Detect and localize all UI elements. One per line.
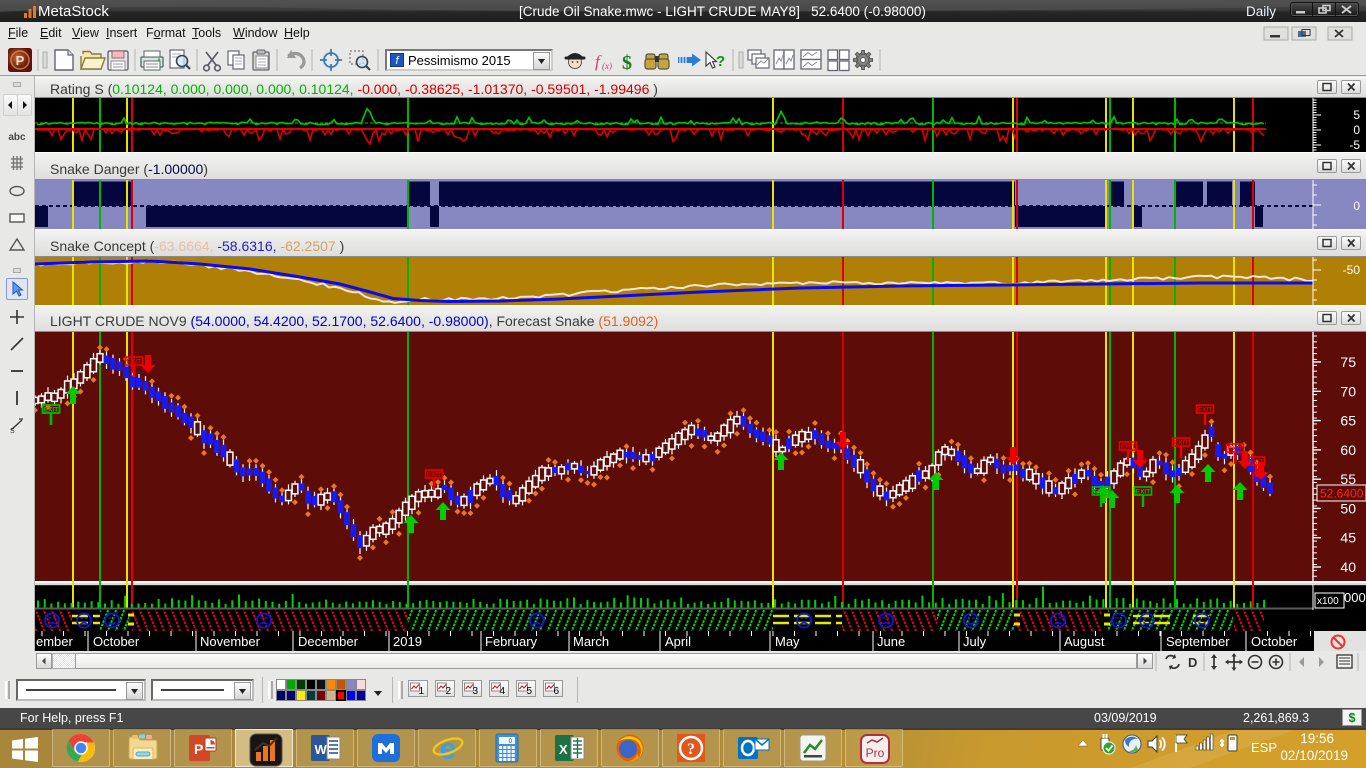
svg-text:0: 0 — [1353, 123, 1360, 137]
svg-text:EXIT: EXIT — [1094, 489, 1108, 496]
svg-text:f: f — [595, 52, 602, 71]
svg-text:$: $ — [622, 52, 632, 74]
svg-text:March: March — [573, 634, 609, 649]
svg-text:1: 1 — [419, 686, 425, 696]
svg-text:April: April — [665, 634, 691, 649]
svg-text:3: 3 — [473, 686, 479, 696]
svg-text:0: 0 — [1353, 199, 1360, 213]
svg-text:65: 65 — [1340, 413, 1356, 429]
svg-text:EXIT: EXIT — [1121, 444, 1135, 451]
svg-text:2019: 2019 — [393, 634, 422, 649]
svg-text:45: 45 — [1340, 530, 1356, 546]
svg-text:May: May — [775, 634, 800, 649]
svg-text:-50: -50 — [1343, 263, 1361, 277]
svg-text:X: X — [559, 742, 568, 757]
svg-text:February: February — [485, 634, 538, 649]
svg-text:(x): (x) — [602, 61, 612, 71]
svg-text:5: 5 — [1353, 108, 1360, 122]
svg-text:P: P — [16, 53, 25, 68]
svg-text:Pro: Pro — [866, 746, 885, 760]
svg-text:EXIT: EXIT — [1228, 446, 1242, 453]
svg-text:?: ? — [716, 53, 725, 70]
svg-text:4: 4 — [500, 686, 506, 696]
svg-text:EXIT: EXIT — [1174, 440, 1188, 447]
svg-text:P: P — [194, 741, 203, 757]
svg-text:6: 6 — [554, 686, 560, 696]
svg-text:October: October — [1251, 634, 1298, 649]
svg-text:D: D — [1188, 655, 1197, 670]
svg-text:x100: x100 — [1317, 596, 1339, 607]
svg-text:70: 70 — [1340, 383, 1356, 399]
svg-text:December: December — [298, 634, 359, 649]
svg-text:-5: -5 — [1349, 138, 1360, 152]
svg-text:40: 40 — [1340, 559, 1356, 575]
svg-text:000: 000 — [1344, 590, 1366, 605]
svg-text:November: November — [200, 634, 261, 649]
svg-text:ember: ember — [36, 634, 74, 649]
svg-text:W: W — [315, 742, 328, 757]
svg-text:EXIT: EXIT — [127, 359, 141, 366]
svg-text:EXIT: EXIT — [1198, 407, 1212, 414]
svg-text:August: August — [1064, 634, 1105, 649]
svg-text:5: 5 — [527, 686, 533, 696]
svg-text:June: June — [877, 634, 905, 649]
svg-text:EXIT: EXIT — [1249, 459, 1263, 466]
svg-text:50: 50 — [1340, 500, 1356, 516]
svg-text:52.6400: 52.6400 — [1320, 487, 1364, 501]
svg-text:75: 75 — [1340, 354, 1356, 370]
svg-text:2: 2 — [446, 686, 452, 696]
svg-text:60: 60 — [1340, 442, 1356, 458]
svg-text:September: September — [1166, 634, 1230, 649]
svg-text:EXIT: EXIT — [427, 472, 441, 479]
svg-text:July: July — [963, 634, 987, 649]
svg-text:October: October — [93, 634, 140, 649]
svg-text:EXIT: EXIT — [44, 407, 58, 414]
svg-text:?: ? — [687, 741, 695, 758]
svg-text:S: S — [10, 428, 15, 435]
svg-text:EXIT: EXIT — [1136, 489, 1150, 496]
